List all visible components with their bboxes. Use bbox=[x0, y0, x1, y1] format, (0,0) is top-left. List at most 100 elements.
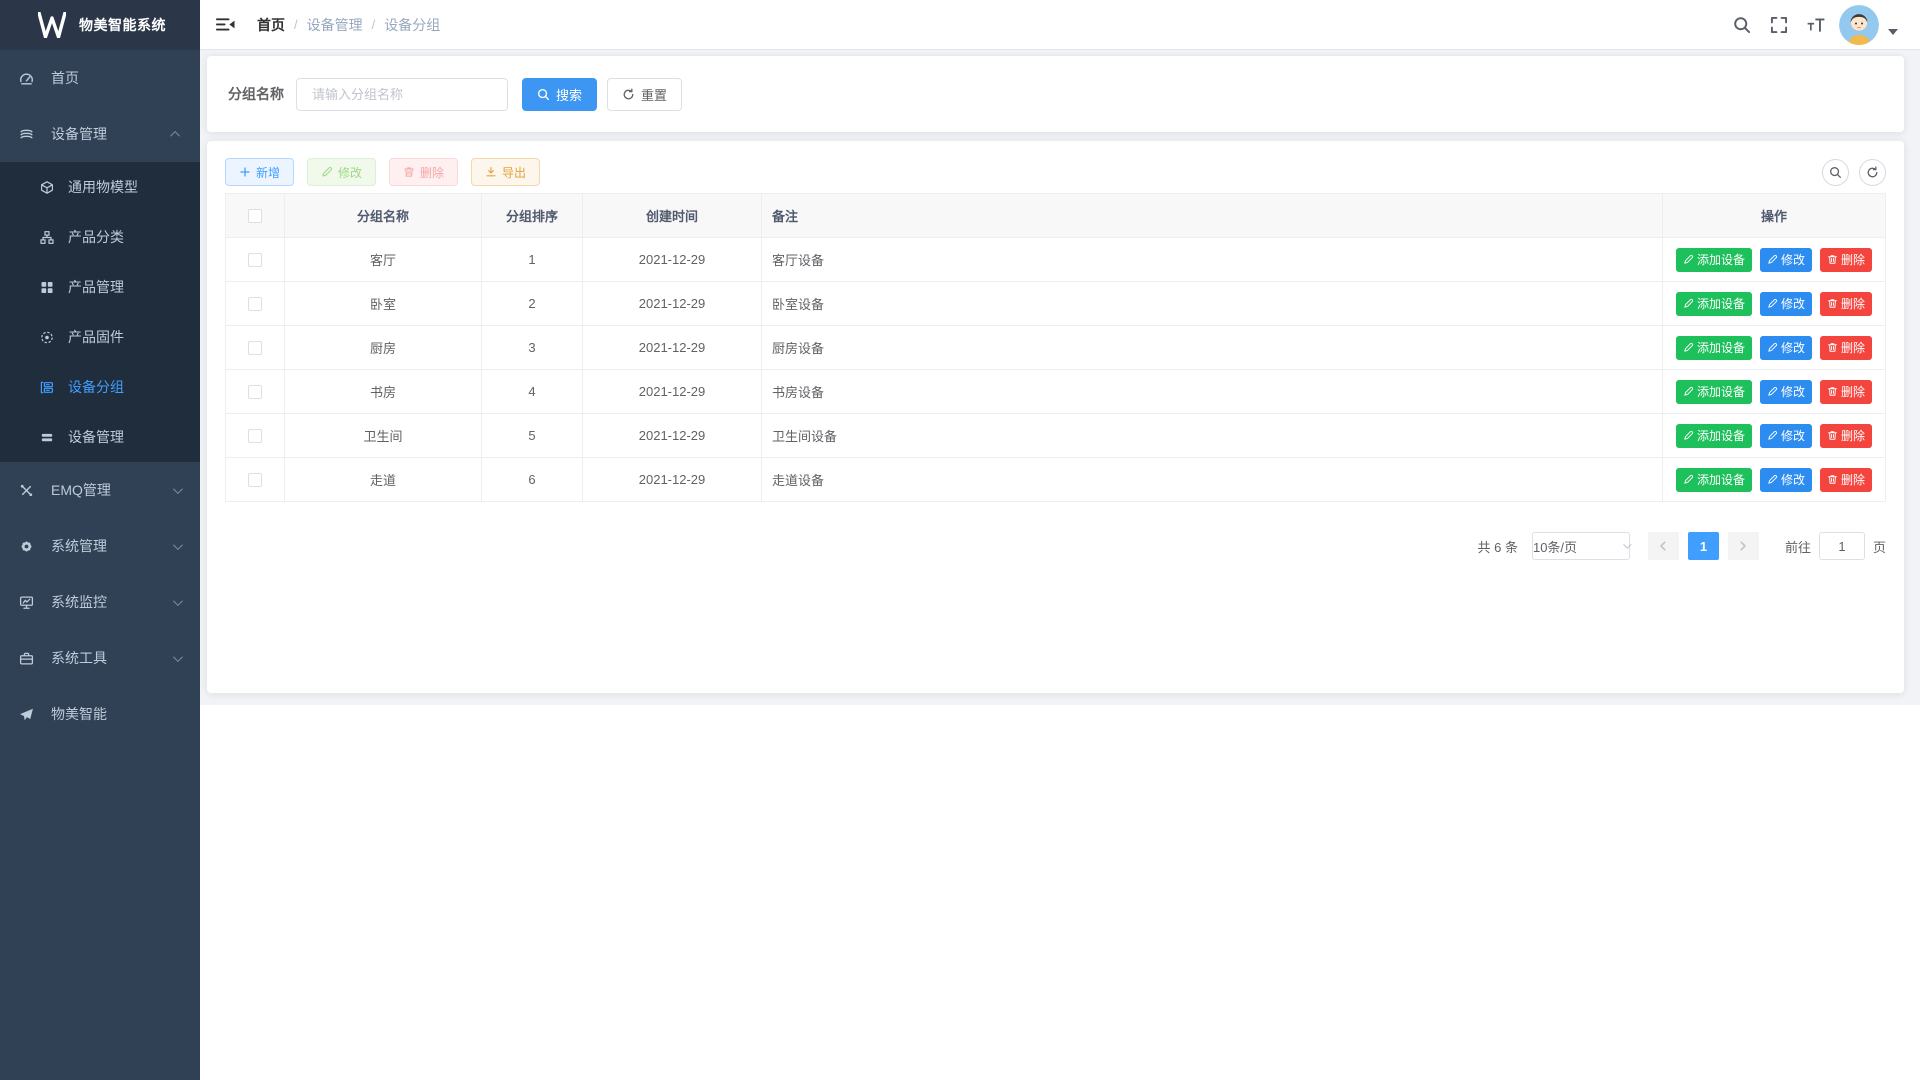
sidebar-item-emq[interactable]: EMQ管理 bbox=[0, 462, 200, 518]
sidebar-subitem-firmware[interactable]: 产品固件 bbox=[0, 312, 200, 362]
reset-button[interactable]: 重置 bbox=[607, 78, 682, 111]
row-delete-button[interactable]: 删除 bbox=[1820, 336, 1872, 360]
row-checkbox[interactable] bbox=[248, 385, 262, 399]
sidebar-fold-icon[interactable] bbox=[216, 17, 235, 32]
font-size-icon[interactable] bbox=[1807, 16, 1825, 34]
table-row: 卫生间52021-12-29卫生间设备添加设备修改删除 bbox=[226, 414, 1886, 458]
pagination: 共 6 条 10条/页 1 前往 页 bbox=[225, 532, 1886, 560]
row-delete-button[interactable]: 删除 bbox=[1820, 248, 1872, 272]
chevron-down-icon bbox=[173, 596, 183, 606]
page-size-select[interactable]: 10条/页 bbox=[1532, 532, 1630, 560]
row-delete-button[interactable]: 删除 bbox=[1820, 292, 1872, 316]
row-edit-button[interactable]: 修改 bbox=[1760, 380, 1812, 404]
breadcrumb-separator: / bbox=[294, 17, 298, 32]
page-1-button[interactable]: 1 bbox=[1688, 532, 1719, 560]
sidebar-subitem-product-mgmt[interactable]: 产品管理 bbox=[0, 262, 200, 312]
table-row: 厨房32021-12-29厨房设备添加设备修改删除 bbox=[226, 326, 1886, 370]
table-toolbar: 新增 修改 删除 导出 bbox=[225, 158, 1886, 186]
sidebar-item-device-mgmt[interactable]: 设备管理 bbox=[0, 106, 200, 162]
add-device-button[interactable]: 添加设备 bbox=[1676, 468, 1752, 492]
avatar-caret-down-icon[interactable] bbox=[1888, 29, 1898, 35]
row-checkbox[interactable] bbox=[248, 429, 262, 443]
sidebar-subitem-thing-model[interactable]: 通用物模型 bbox=[0, 162, 200, 212]
export-button[interactable]: 导出 bbox=[471, 158, 540, 186]
delete-button[interactable]: 删除 bbox=[389, 158, 458, 186]
breadcrumb-device-mgmt[interactable]: 设备管理 bbox=[307, 15, 363, 35]
cell-created-time: 2021-12-29 bbox=[583, 282, 762, 326]
row-edit-label: 修改 bbox=[1781, 339, 1805, 356]
chevron-down-icon bbox=[173, 540, 183, 550]
cell-actions: 添加设备修改删除 bbox=[1663, 238, 1886, 282]
header-group-order: 分组排序 bbox=[482, 194, 583, 238]
row-checkbox[interactable] bbox=[248, 473, 262, 487]
cell-actions: 添加设备 修改删除 bbox=[1663, 282, 1886, 326]
cell-remark: 走道设备 bbox=[762, 458, 1663, 502]
avatar[interactable] bbox=[1839, 5, 1879, 45]
row-delete-label: 删除 bbox=[1841, 383, 1865, 400]
toolbox-icon bbox=[19, 651, 34, 666]
fullscreen-icon[interactable] bbox=[1770, 16, 1788, 34]
cell-group-order: 3 bbox=[482, 326, 583, 370]
sidebar-item-label: 产品固件 bbox=[68, 327, 124, 347]
row-edit-button[interactable]: 修改 bbox=[1760, 468, 1812, 492]
sidebar-item-home[interactable]: 首页 bbox=[0, 50, 200, 106]
select-all-checkbox[interactable] bbox=[248, 209, 262, 223]
breadcrumb: 首页 / 设备管理 / 设备分组 bbox=[257, 15, 440, 35]
toggle-search-icon[interactable] bbox=[1822, 159, 1849, 186]
add-device-label: 添加设备 bbox=[1697, 383, 1745, 400]
sidebar-item-system-mgmt[interactable]: 系统管理 bbox=[0, 518, 200, 574]
row-delete-button[interactable]: 删除 bbox=[1820, 380, 1872, 404]
add-device-label: 添加设备 bbox=[1697, 427, 1745, 444]
row-delete-button[interactable]: 删除 bbox=[1820, 468, 1872, 492]
group-name-input[interactable] bbox=[296, 78, 508, 111]
prev-page-button[interactable] bbox=[1648, 532, 1679, 560]
cell-group-order: 5 bbox=[482, 414, 583, 458]
node-x-icon bbox=[19, 483, 34, 498]
row-edit-button[interactable]: 修改 bbox=[1760, 292, 1812, 316]
row-edit-button[interactable]: 修改 bbox=[1760, 248, 1812, 272]
goto-page-input[interactable] bbox=[1819, 532, 1865, 560]
edit-button-label: 修改 bbox=[338, 164, 362, 181]
add-device-button[interactable]: 添加设备 bbox=[1676, 380, 1752, 404]
row-edit-label: 修改 bbox=[1781, 383, 1805, 400]
row-edit-label: 修改 bbox=[1781, 295, 1805, 312]
header-search-icon[interactable] bbox=[1733, 16, 1751, 34]
sidebar-item-system-monitor[interactable]: 系统监控 bbox=[0, 574, 200, 630]
row-delete-label: 删除 bbox=[1841, 339, 1865, 356]
sidebar-item-label: 系统监控 bbox=[51, 592, 107, 612]
row-delete-label: 删除 bbox=[1841, 471, 1865, 488]
sitemap-icon bbox=[40, 230, 54, 244]
add-device-button[interactable]: 添加设备 bbox=[1676, 292, 1752, 316]
add-button[interactable]: 新增 bbox=[225, 158, 294, 186]
layers-icon bbox=[19, 127, 34, 142]
table-header-row: 分组名称 分组排序 创建时间 备注 操作 bbox=[226, 194, 1886, 238]
add-device-button[interactable]: 添加设备 bbox=[1676, 248, 1752, 272]
sidebar-subitem-device-list[interactable]: 设备管理 bbox=[0, 412, 200, 462]
table-row: 走道62021-12-29走道设备添加设备修改删除 bbox=[226, 458, 1886, 502]
row-delete-button[interactable]: 删除 bbox=[1820, 424, 1872, 448]
breadcrumb-home[interactable]: 首页 bbox=[257, 15, 285, 35]
search-button-label: 搜索 bbox=[556, 85, 582, 104]
next-page-button[interactable] bbox=[1728, 532, 1759, 560]
sidebar-item-wumei[interactable]: 物美智能 bbox=[0, 686, 200, 742]
edit-button[interactable]: 修改 bbox=[307, 158, 376, 186]
sidebar-item-system-tools[interactable]: 系统工具 bbox=[0, 630, 200, 686]
add-device-button[interactable]: 添加设备 bbox=[1676, 336, 1752, 360]
row-checkbox[interactable] bbox=[248, 341, 262, 355]
row-edit-button[interactable]: 修改 bbox=[1760, 424, 1812, 448]
row-checkbox[interactable] bbox=[248, 253, 262, 267]
add-device-label: 添加设备 bbox=[1697, 295, 1745, 312]
cell-group-order: 6 bbox=[482, 458, 583, 502]
sidebar-subitem-product-category[interactable]: 产品分类 bbox=[0, 212, 200, 262]
row-edit-button[interactable]: 修改 bbox=[1760, 336, 1812, 360]
refresh-icon[interactable] bbox=[1859, 159, 1886, 186]
add-device-button[interactable]: 添加设备 bbox=[1676, 424, 1752, 448]
sidebar-subitem-device-group[interactable]: 设备分组 bbox=[0, 362, 200, 412]
search-button[interactable]: 搜索 bbox=[522, 78, 597, 111]
bars-icon bbox=[40, 430, 54, 444]
row-checkbox[interactable] bbox=[248, 297, 262, 311]
chevron-up-icon bbox=[170, 130, 180, 140]
cell-created-time: 2021-12-29 bbox=[583, 238, 762, 282]
goto-label: 前往 bbox=[1785, 537, 1811, 556]
row-checkbox-cell bbox=[226, 238, 285, 282]
